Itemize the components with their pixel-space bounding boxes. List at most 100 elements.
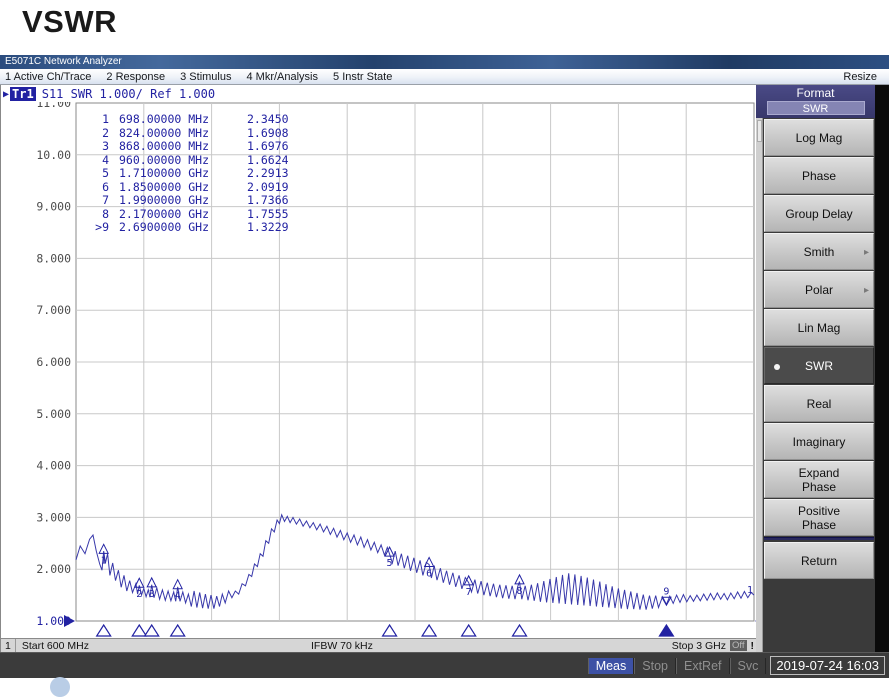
start-frequency-label: Start 600 MHz bbox=[22, 640, 89, 652]
marker-4-stimulus-triangle-icon bbox=[171, 625, 185, 636]
statusbar-datetime: 2019-07-24 16:03 bbox=[770, 656, 885, 675]
active-trace-arrow-icon: ▶ bbox=[3, 89, 9, 100]
submenu-arrow-icon: ▸ bbox=[864, 284, 869, 298]
marker-5-stimulus-triangle-icon bbox=[383, 625, 397, 636]
y-axis-tick-label: 8.000 bbox=[36, 251, 71, 265]
ifbw-label: IFBW 70 kHz bbox=[311, 640, 373, 652]
marker-number-label: 8 bbox=[517, 586, 523, 597]
marker-table-row: >92.6900000 GHz1.3229 bbox=[85, 221, 289, 235]
softkey-phase[interactable]: Phase bbox=[764, 157, 874, 194]
marker-mval: 1.6908 bbox=[247, 127, 289, 141]
softkey-label: Real bbox=[807, 397, 832, 411]
softkey-lin-mag[interactable]: Lin Mag bbox=[764, 309, 874, 346]
menu-item-4[interactable]: 4 Mkr/Analysis bbox=[246, 71, 318, 83]
softkey-label: Polar bbox=[805, 283, 833, 297]
marker-7-stimulus-triangle-icon bbox=[462, 625, 476, 636]
marker-mval: 1.3229 bbox=[247, 221, 289, 235]
right-edge-strip bbox=[875, 85, 889, 652]
softkey-group-delay[interactable]: Group Delay bbox=[764, 195, 874, 232]
submenu-arrow-icon: ▸ bbox=[864, 246, 869, 260]
marker-table-row: 2824.00000 MHz1.6908 bbox=[85, 127, 289, 141]
y-axis-tick-label: 7.000 bbox=[36, 303, 71, 317]
instrument-statusbar: MeasStopExtRefSvc 2019-07-24 16:03 bbox=[0, 652, 889, 678]
marker-mval: 1.7366 bbox=[247, 194, 289, 208]
marker-number-label: 4 bbox=[175, 591, 181, 602]
y-axis-tick-label: 6.000 bbox=[36, 355, 71, 369]
marker-mfreq: 824.00000 MHz bbox=[119, 127, 243, 141]
marker-mval: 2.2913 bbox=[247, 167, 289, 181]
softkey-return[interactable]: Return bbox=[764, 542, 874, 579]
channel-number: 1 bbox=[1, 639, 16, 652]
warning-indicator: ! bbox=[751, 640, 755, 652]
resize-button[interactable]: Resize bbox=[843, 69, 877, 85]
softkey-polar[interactable]: Polar ▸ bbox=[764, 271, 874, 308]
marker-mval: 2.3450 bbox=[247, 113, 289, 127]
y-axis-tick-label: 3.000 bbox=[36, 510, 71, 524]
softkey-label: Lin Mag bbox=[798, 321, 841, 335]
y-axis-tick-label: 11.00 bbox=[36, 102, 71, 110]
softkey-label: Return bbox=[801, 554, 837, 568]
marker-3-stimulus-triangle-icon bbox=[145, 625, 159, 636]
statusbar-indicator-stop: Stop bbox=[634, 658, 676, 674]
menu-item-5[interactable]: 5 Instr State bbox=[333, 71, 392, 83]
softkey-menu-current-value: SWR bbox=[767, 101, 865, 115]
marker-1-stimulus-triangle-icon bbox=[97, 625, 111, 636]
softkey-scrollbar[interactable] bbox=[756, 118, 763, 652]
menu-bar: 1 Active Ch/Trace 2 Response 3 Stimulus 4 M… bbox=[0, 69, 889, 85]
trace-header: ▶ Tr1 S11 SWR 1.000/ Ref 1.000 bbox=[3, 86, 215, 102]
softkey-label: Phase bbox=[802, 169, 836, 183]
window-title: E5071C Network Analyzer bbox=[5, 56, 122, 67]
trace-tab-tr1[interactable]: Tr1 bbox=[10, 87, 36, 101]
marker-mfreq: 698.00000 MHz bbox=[119, 113, 243, 127]
marker-mfreq: 960.00000 MHz bbox=[119, 154, 243, 168]
softkey-log-mag[interactable]: Log Mag bbox=[764, 119, 874, 156]
menu-item-2[interactable]: 2 Response bbox=[106, 71, 165, 83]
y-axis-tick-label: 9.000 bbox=[36, 200, 71, 214]
marker-6-stimulus-triangle-icon bbox=[422, 625, 436, 636]
statusbar-indicator-meas: Meas bbox=[588, 658, 635, 674]
marker-mnum: 1 bbox=[85, 113, 109, 127]
softkey-imaginary[interactable]: Imaginary bbox=[764, 423, 874, 460]
softkey-swr[interactable]: SWR bbox=[764, 347, 874, 384]
marker-8-stimulus-triangle-icon bbox=[513, 625, 527, 636]
marker-mnum: 6 bbox=[85, 181, 109, 195]
marker-mval: 1.6976 bbox=[247, 140, 289, 154]
softkey-label: SWR bbox=[805, 359, 833, 373]
marker-mfreq: 1.8500000 GHz bbox=[119, 181, 243, 195]
marker-mnum: >9 bbox=[85, 221, 109, 235]
softkey-sidebar: Format SWR Log MagPhaseGroup DelaySmith▸… bbox=[756, 85, 875, 652]
marker-mnum: 7 bbox=[85, 194, 109, 208]
softkey-scrollbar-thumb[interactable] bbox=[757, 120, 762, 142]
marker-table-row: 4960.00000 MHz1.6624 bbox=[85, 154, 289, 168]
softkey-label: Phase bbox=[802, 518, 836, 532]
softkey-positive-phase[interactable]: PositivePhase bbox=[764, 499, 874, 536]
page-title: VSWR bbox=[22, 4, 117, 40]
marker-number-label: 6 bbox=[426, 568, 432, 579]
softkey-real[interactable]: Real bbox=[764, 385, 874, 422]
trace-number-label: 1 bbox=[747, 585, 753, 596]
marker-number-label: 1 bbox=[101, 555, 107, 566]
marker-mfreq: 1.7100000 GHz bbox=[119, 167, 243, 181]
menu-item-3[interactable]: 3 Stimulus bbox=[180, 71, 231, 83]
marker-mnum: 8 bbox=[85, 208, 109, 222]
marker-mval: 1.7555 bbox=[247, 208, 289, 222]
softkey-smith[interactable]: Smith▸ bbox=[764, 233, 874, 270]
softkey-label: Imaginary bbox=[793, 435, 846, 449]
softkey-label: Group Delay bbox=[785, 207, 852, 221]
marker-mval: 2.0919 bbox=[247, 181, 289, 195]
marker-table: 1698.00000 MHz2.34502824.00000 MHz1.6908… bbox=[85, 113, 289, 235]
softkey-label: Log Mag bbox=[796, 131, 843, 145]
menu-item-1[interactable]: 1 Active Ch/Trace bbox=[5, 71, 91, 83]
marker-table-row: 3 868.00000 MHz 1.6976 bbox=[85, 140, 289, 154]
marker-mfreq: 2.1700000 GHz bbox=[119, 208, 243, 222]
softkey-label: Expand bbox=[799, 466, 840, 480]
marker-mfreq: 868.00000 MHz bbox=[119, 140, 243, 154]
marker-9-stimulus-triangle-icon bbox=[659, 625, 673, 636]
marker-table-row: 71.9900000 GHz1.7366 bbox=[85, 194, 289, 208]
off-badge: Off bbox=[730, 640, 747, 651]
marker-mnum: 5 bbox=[85, 167, 109, 181]
marker-mnum: 3 bbox=[85, 140, 109, 154]
y-axis-tick-label: 10.00 bbox=[36, 148, 71, 162]
softkey-expand-phase[interactable]: ExpandPhase bbox=[764, 461, 874, 498]
y-axis-tick-label: 2.000 bbox=[36, 562, 71, 576]
